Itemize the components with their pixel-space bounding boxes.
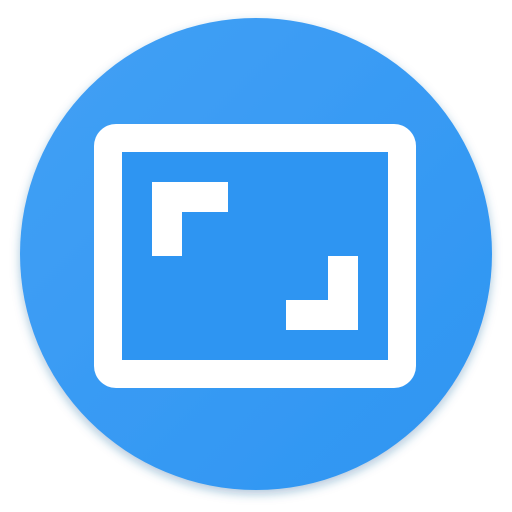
app-icon-canvas [0,0,512,512]
aspect-ratio-crop-icon [20,18,492,490]
